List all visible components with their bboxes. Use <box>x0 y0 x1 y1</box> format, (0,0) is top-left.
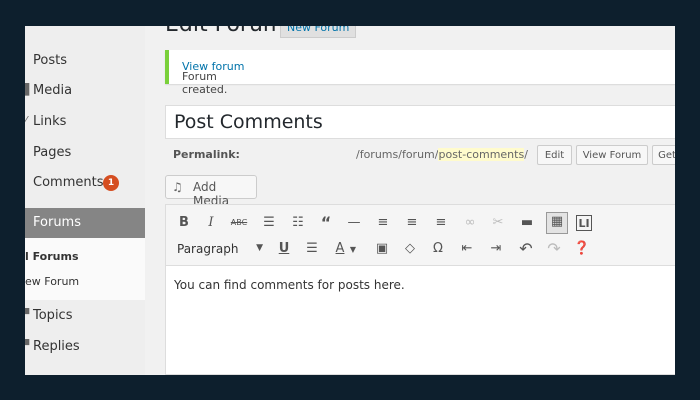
permalink-url[interactable]: /forums/forum/post-comments/ <box>356 148 528 161</box>
topics-icon: ▘ <box>25 308 33 321</box>
sidebar-item-label: Links <box>33 114 67 129</box>
toolbar-toggle-icon[interactable]: ▦ <box>546 212 568 234</box>
sidebar-item-label: Forums <box>33 215 81 230</box>
permalink-prefix: /forums/forum/ <box>356 148 439 161</box>
italic-icon[interactable]: I <box>201 213 221 233</box>
notice-text: Forum created. View forum <box>182 60 244 96</box>
view-forum-button[interactable]: View Forum <box>576 145 648 165</box>
media-icon: ▌ <box>25 83 33 96</box>
sidebar-item-forums[interactable]: Forums <box>25 208 153 238</box>
forum-title-input[interactable]: Post Comments <box>165 105 675 139</box>
link-icon[interactable]: ∞ <box>460 213 480 233</box>
clear-formatting-icon[interactable]: ◇ <box>400 239 420 259</box>
format-select[interactable]: Paragraph ▼ <box>172 239 267 259</box>
permalink-label: Permalink: <box>173 148 240 161</box>
content-editor[interactable]: B I ABC ☰ ☷ “ — ≡ ≡ ≡ ∞ ✂ ▬ ▦ LI Paragra… <box>165 204 675 375</box>
numbered-list-icon[interactable]: ☷ <box>288 213 308 233</box>
sidebar-item-label: Replies <box>33 339 80 354</box>
submenu-new-forum[interactable]: ew Forum <box>25 275 79 288</box>
forums-submenu: l Forums ew Forum <box>25 238 145 300</box>
align-right-icon[interactable]: ≡ <box>431 213 451 233</box>
bold-icon[interactable]: B <box>174 213 194 233</box>
indent-icon[interactable]: ⇥ <box>486 239 506 259</box>
replies-icon: ▘ <box>25 339 33 352</box>
sidebar-item-posts[interactable]: Posts <box>25 46 145 76</box>
links-icon: ⁄ <box>25 114 27 127</box>
unlink-icon[interactable]: ✂ <box>488 213 508 233</box>
outdent-icon[interactable]: ⇤ <box>457 239 477 259</box>
sidebar-item-links[interactable]: ⁄ Links <box>25 107 145 137</box>
underline-icon[interactable]: U <box>274 239 294 259</box>
horizontal-rule-icon[interactable]: — <box>344 213 364 233</box>
redo-icon[interactable]: ↷ <box>544 239 564 259</box>
page-title: Edit Forum <box>165 26 284 37</box>
help-icon[interactable]: ❓ <box>572 239 592 259</box>
sidebar-item-label: Media <box>33 83 73 98</box>
sidebar-item-media[interactable]: ▌ Media <box>25 76 145 106</box>
paste-text-icon[interactable]: ▣ <box>372 239 392 259</box>
edit-permalink-button[interactable]: Edit <box>537 145 572 165</box>
sidebar-item-label: Pages <box>33 145 72 160</box>
special-character-icon[interactable]: Ω <box>428 239 448 259</box>
permalink-suffix: / <box>524 148 528 161</box>
distraction-free-icon[interactable]: LI <box>576 215 592 231</box>
submenu-all-forums[interactable]: l Forums <box>25 250 79 263</box>
add-media-icon: ♫ <box>172 180 183 194</box>
align-center-icon[interactable]: ≡ <box>402 213 422 233</box>
strikethrough-icon[interactable]: ABC <box>229 213 249 233</box>
sidebar-item-topics[interactable]: ▘ Topics <box>25 301 145 331</box>
comments-count-badge: 1 <box>103 175 119 191</box>
new-forum-button[interactable]: New Forum <box>280 26 357 38</box>
current-menu-arrow-icon <box>145 215 153 231</box>
sidebar-item-label: Topics <box>33 308 73 323</box>
justify-icon[interactable]: ☰ <box>302 239 322 259</box>
sidebar-item-replies[interactable]: ▘ Replies <box>25 332 145 362</box>
bullet-list-icon[interactable]: ☰ <box>259 213 279 233</box>
sidebar-item-label: Comments <box>33 175 104 190</box>
sidebar-item-comments[interactable]: Comments 1 <box>25 168 145 198</box>
editor-toolbar: B I ABC ☰ ☷ “ — ≡ ≡ ≡ ∞ ✂ ▬ ▦ LI Paragra… <box>166 205 675 266</box>
editor-content[interactable]: You can find comments for posts here. <box>174 278 405 292</box>
sidebar-item-pages[interactable]: Pages <box>25 138 145 168</box>
sidebar-item-label: Posts <box>33 53 67 68</box>
forum-title-value: Post Comments <box>174 111 323 133</box>
success-notice: Forum created. View forum <box>165 50 675 96</box>
blockquote-icon[interactable]: “ <box>316 213 336 233</box>
format-select-value: Paragraph <box>177 242 239 256</box>
add-media-button[interactable]: ♫ Add Media <box>165 175 257 208</box>
read-more-icon[interactable]: ▬ <box>517 213 537 233</box>
chevron-down-icon: ▼ <box>256 243 263 253</box>
admin-screen: Posts ▌ Media ⁄ Links Pages Comments 1 F… <box>25 26 675 375</box>
admin-sidebar: Posts ▌ Media ⁄ Links Pages Comments 1 F… <box>25 26 153 375</box>
text-color-arrow-icon[interactable]: ▼ <box>347 240 359 260</box>
get-shortlink-button[interactable]: Get <box>652 145 675 165</box>
align-left-icon[interactable]: ≡ <box>373 213 393 233</box>
notice-message: Forum created. <box>182 70 228 96</box>
permalink-slug: post-comments <box>438 148 525 161</box>
undo-icon[interactable]: ↶ <box>516 239 536 259</box>
